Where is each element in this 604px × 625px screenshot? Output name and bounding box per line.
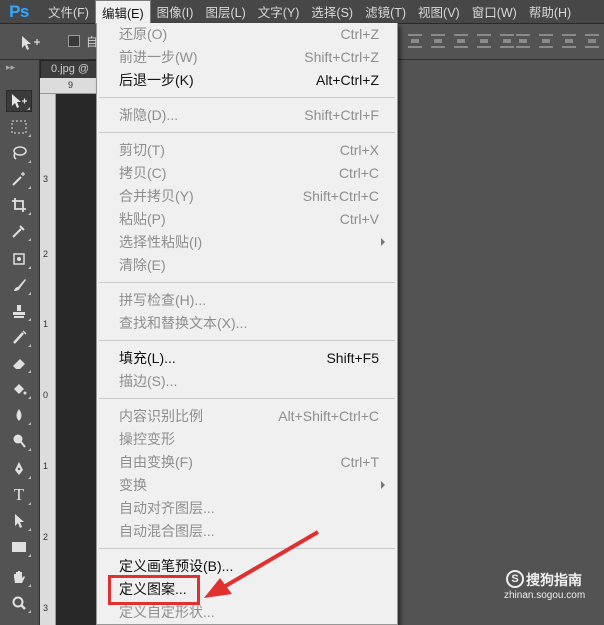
align-left-icon[interactable]: [408, 34, 422, 48]
distribute-buttons: [516, 34, 599, 48]
submenu-arrow-icon: [381, 238, 385, 246]
align-middle-icon[interactable]: [500, 34, 514, 48]
brush-tool-icon[interactable]: [6, 274, 32, 296]
ruler-mark: 1: [43, 461, 49, 471]
lasso-tool-icon[interactable]: [6, 142, 32, 164]
ruler-mark: 3: [43, 603, 49, 613]
menu-select[interactable]: 选择(S): [305, 0, 359, 24]
blur-tool-icon[interactable]: [6, 404, 32, 426]
menu-separator: [99, 132, 395, 133]
menu-separator: [99, 97, 395, 98]
menu-item-step-forward[interactable]: 前进一步(W) Shift+Ctrl+Z: [97, 46, 397, 68]
watermark-subtitle: zhinan.sogou.com: [504, 590, 586, 601]
eraser-tool-icon[interactable]: [6, 352, 32, 374]
collapse-icon[interactable]: ▸▸: [6, 62, 15, 73]
type-tool-icon[interactable]: T: [6, 484, 32, 506]
ruler-mark: 1: [43, 319, 49, 329]
menu-item-auto-align-layers[interactable]: 自动对齐图层...: [97, 497, 397, 519]
menu-type[interactable]: 文字(Y): [252, 0, 306, 24]
menu-edit[interactable]: 编辑(E): [94, 0, 151, 24]
distribute-left-icon[interactable]: [585, 34, 599, 48]
eyedropper-tool-icon[interactable]: [6, 220, 32, 242]
menu-item-copy[interactable]: 拷贝(C) Ctrl+C: [97, 162, 397, 184]
ruler-mark: 2: [43, 532, 49, 542]
menu-layer[interactable]: 图层(L): [199, 0, 251, 24]
submenu-arrow-icon: [381, 481, 385, 489]
highlight-box: [108, 575, 200, 605]
photoshop-logo[interactable]: Ps: [4, 0, 34, 24]
menu-item-free-transform[interactable]: 自由变换(F) Ctrl+T: [97, 451, 397, 473]
menu-separator: [99, 398, 395, 399]
menu-item-copy-merged[interactable]: 合并拷贝(Y) Shift+Ctrl+C: [97, 185, 397, 207]
move-tool-icon[interactable]: [6, 90, 32, 112]
ruler-mark: 2: [43, 249, 49, 259]
menu-item-paste[interactable]: 粘贴(P) Ctrl+V: [97, 208, 397, 230]
document-canvas[interactable]: [56, 94, 100, 625]
ruler-mark: 9: [68, 80, 74, 90]
menu-filter[interactable]: 滤镜(T): [359, 0, 412, 24]
annotation-arrow-icon: [204, 530, 320, 598]
align-top-icon[interactable]: [477, 34, 491, 48]
ruler-vertical: 3 2 1 0 1 2 3: [40, 94, 56, 625]
menu-item-step-backward[interactable]: 后退一步(K) Alt+Ctrl+Z: [97, 69, 397, 91]
menu-item-fill[interactable]: 填充(L)... Shift+F5: [97, 347, 397, 369]
menu-item-cut[interactable]: 剪切(T) Ctrl+X: [97, 139, 397, 161]
document-tab[interactable]: 0.jpg @: [40, 60, 100, 78]
ruler-mark: 3: [43, 174, 49, 184]
clone-stamp-tool-icon[interactable]: [6, 300, 32, 322]
menu-item-undo[interactable]: 还原(O) Ctrl+Z: [97, 23, 397, 45]
healing-brush-tool-icon[interactable]: [6, 248, 32, 270]
menu-item-find-replace-text[interactable]: 查找和替换文本(X)...: [97, 312, 397, 334]
dodge-tool-icon[interactable]: [6, 430, 32, 452]
marquee-tool-icon[interactable]: [6, 116, 32, 138]
auto-select-checkbox[interactable]: [68, 35, 80, 47]
move-tool-preset-icon[interactable]: [20, 34, 42, 52]
menu-separator: [99, 282, 395, 283]
watermark: S 搜狗指南 zhinan.sogou.com: [504, 568, 604, 608]
menu-file[interactable]: 文件(F): [42, 0, 95, 24]
menu-item-puppet-warp[interactable]: 操控变形: [97, 428, 397, 450]
distribute-bottom-icon[interactable]: [562, 34, 576, 48]
menu-item-stroke[interactable]: 描边(S)...: [97, 370, 397, 392]
ruler-horizontal: 9: [40, 78, 100, 94]
zoom-tool-icon[interactable]: [6, 592, 32, 614]
menu-item-check-spelling[interactable]: 拼写检查(H)...: [97, 289, 397, 311]
menu-window[interactable]: 窗口(W): [466, 0, 523, 24]
align-buttons: [408, 34, 514, 48]
menu-item-fade[interactable]: 渐隐(D)... Shift+Ctrl+F: [97, 104, 397, 126]
menu-item-transform[interactable]: 变换: [97, 474, 397, 496]
menu-separator: [99, 340, 395, 341]
menu-item-clear[interactable]: 清除(E): [97, 254, 397, 276]
menu-bar: Ps 文件(F) 编辑(E) 图像(I) 图层(L) 文字(Y) 选择(S) 滤…: [0, 0, 604, 24]
pen-tool-icon[interactable]: [6, 458, 32, 480]
align-right-icon[interactable]: [454, 34, 468, 48]
menu-item-paste-special[interactable]: 选择性粘贴(I): [97, 231, 397, 253]
menu-view[interactable]: 视图(V): [412, 0, 466, 24]
rectangle-tool-icon[interactable]: [6, 536, 32, 558]
sogou-logo-icon: S: [506, 570, 524, 588]
ruler-mark: 0: [43, 390, 49, 400]
paint-bucket-tool-icon[interactable]: [6, 378, 32, 400]
tools-panel: ▸▸ T: [0, 60, 40, 625]
magic-wand-tool-icon[interactable]: [6, 168, 32, 190]
menu-image[interactable]: 图像(I): [151, 0, 200, 24]
history-brush-tool-icon[interactable]: [6, 326, 32, 348]
path-selection-tool-icon[interactable]: [6, 510, 32, 532]
distribute-top-icon[interactable]: [516, 34, 530, 48]
align-center-icon[interactable]: [431, 34, 445, 48]
menu-help[interactable]: 帮助(H): [523, 0, 577, 24]
menu-item-content-aware-scale[interactable]: 内容识别比例 Alt+Shift+Ctrl+C: [97, 405, 397, 427]
watermark-title: 搜狗指南: [526, 572, 582, 588]
distribute-middle-icon[interactable]: [539, 34, 553, 48]
hand-tool-icon[interactable]: [6, 566, 32, 588]
crop-tool-icon[interactable]: [6, 194, 32, 216]
